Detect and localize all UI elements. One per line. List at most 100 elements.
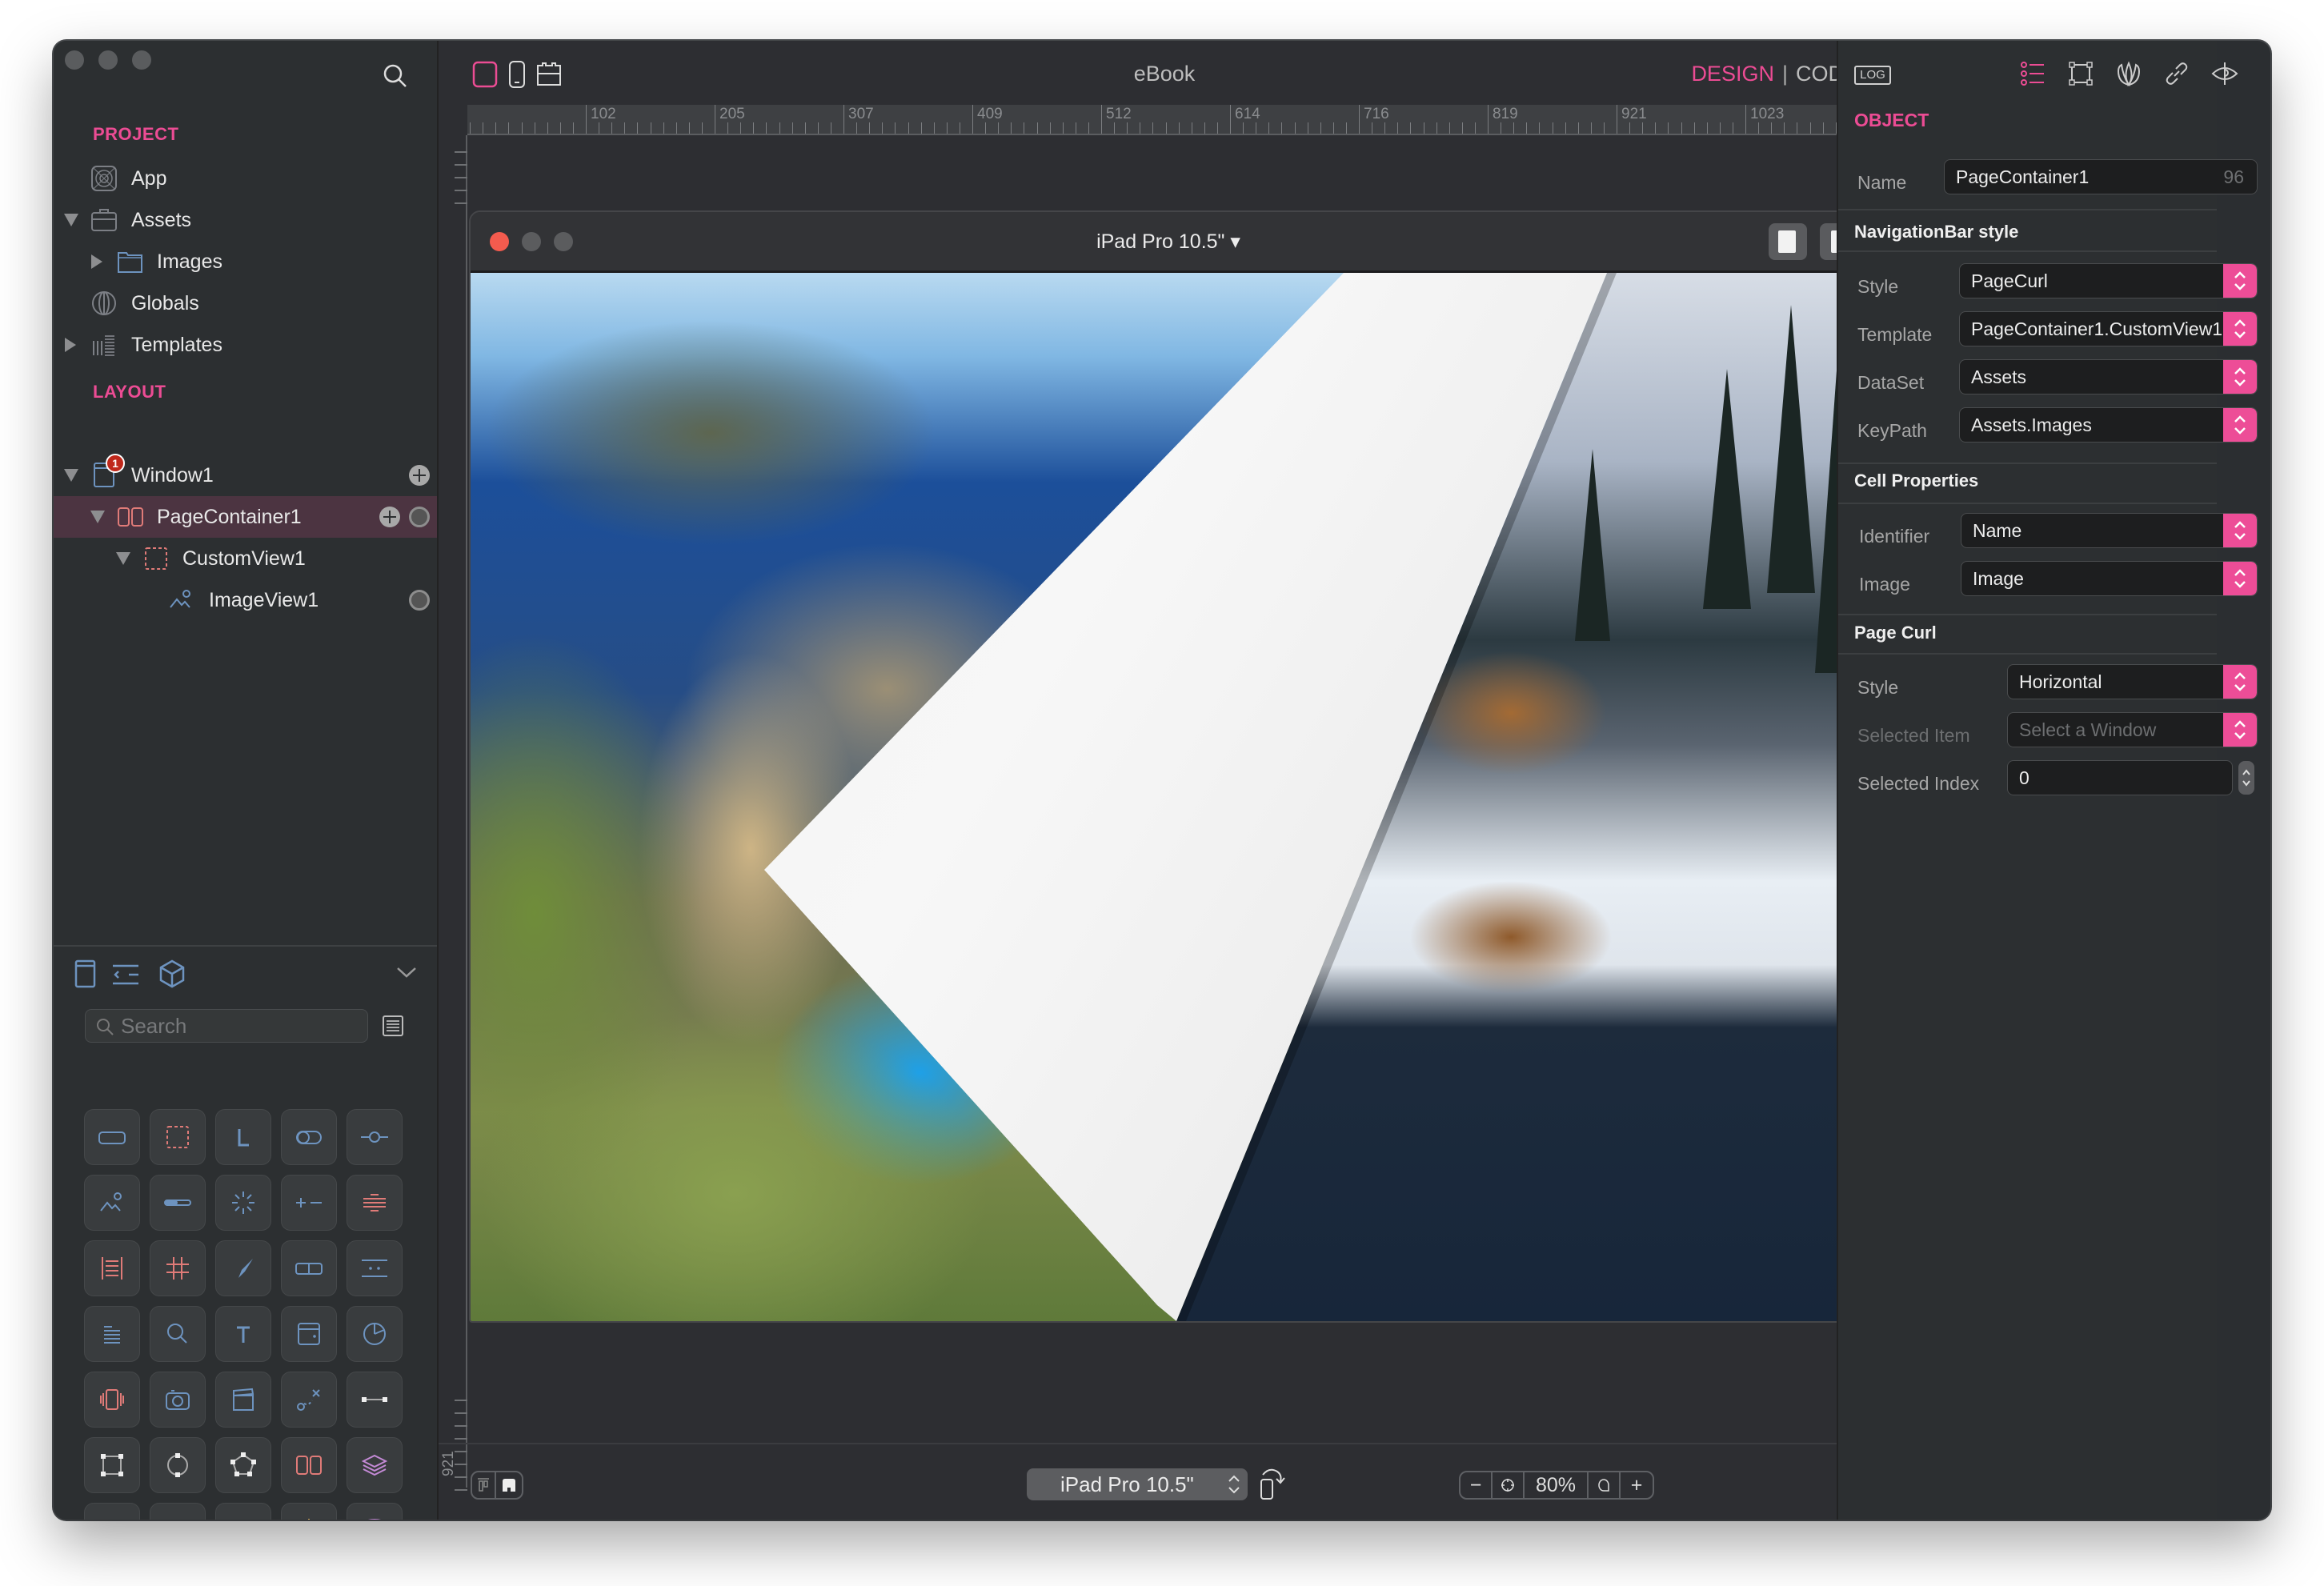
zoom-level[interactable]: 80% (1525, 1472, 1589, 1498)
library-item-imageview[interactable] (84, 1175, 140, 1231)
selected-item-select[interactable]: Select a Window (2007, 712, 2258, 747)
style-select[interactable]: PageCurl (1959, 263, 2258, 298)
disclosure-expanded-icon[interactable] (64, 469, 78, 482)
dataset-stepper[interactable] (2223, 360, 2257, 394)
code-snippets-icon[interactable] (112, 963, 139, 987)
library-item-gyroscope[interactable] (281, 1503, 337, 1520)
page-curl-preview[interactable] (471, 273, 1866, 1321)
library-item-video[interactable] (215, 1372, 271, 1428)
library-item-path[interactable] (281, 1372, 337, 1428)
library-item-button[interactable] (84, 1109, 140, 1165)
library-item-progress[interactable] (150, 1175, 206, 1231)
library-item-textfield[interactable] (215, 1306, 271, 1362)
minimize-button[interactable] (98, 50, 118, 70)
library-item-layers-2[interactable] (84, 1503, 140, 1520)
library-item-slider[interactable] (347, 1109, 403, 1165)
visibility-toggle[interactable] (409, 507, 430, 527)
log-button[interactable]: LOG (1854, 66, 1891, 85)
tree-item-globals[interactable]: Globals (54, 282, 437, 324)
library-item-line-shape[interactable] (347, 1372, 403, 1428)
identifier-stepper[interactable] (2223, 514, 2257, 547)
library-item-separator[interactable] (347, 1175, 403, 1231)
tree-item-app[interactable]: App (54, 158, 437, 199)
keypath-select[interactable]: Assets.Images (1959, 407, 2258, 443)
library-item-search[interactable] (150, 1306, 206, 1362)
library-item-layers[interactable] (347, 1437, 403, 1493)
chevron-down-icon[interactable] (396, 966, 417, 980)
disclosure-expanded-icon[interactable] (116, 552, 130, 565)
layout-preview-button[interactable] (1769, 223, 1807, 260)
library-search-input[interactable] (121, 1010, 361, 1042)
identifier-select[interactable]: Name (1961, 513, 2258, 548)
disclosure-collapsed-icon[interactable] (91, 254, 102, 269)
library-item-spinner[interactable] (215, 1175, 271, 1231)
zoom-in-button[interactable]: + (1621, 1472, 1653, 1498)
device-selector[interactable]: iPad Pro 10.5" ▾ (471, 230, 1866, 254)
selected-index-stepper[interactable] (2238, 761, 2254, 795)
visibility-toggle[interactable] (409, 590, 430, 611)
objects-cube-icon[interactable] (158, 959, 186, 988)
library-item-label[interactable] (215, 1109, 271, 1165)
library-item-pager[interactable] (347, 1240, 403, 1296)
library-item-circle[interactable] (150, 1437, 206, 1493)
rotate-device-icon[interactable] (1258, 1465, 1290, 1500)
align-top-button[interactable] (472, 1472, 496, 1498)
selected-index-field[interactable]: 0 (2007, 760, 2233, 795)
library-item-switch[interactable] (281, 1109, 337, 1165)
add-child-button[interactable] (409, 465, 430, 486)
library-item-polygon[interactable] (215, 1437, 271, 1493)
library-item-compass[interactable] (215, 1240, 271, 1296)
library-item-camera[interactable] (150, 1372, 206, 1428)
library-item-map-pin[interactable] (215, 1503, 271, 1520)
library-item-carousel[interactable] (84, 1372, 140, 1428)
curl-style-stepper[interactable] (2223, 665, 2257, 699)
link-icon[interactable] (2163, 60, 2190, 87)
library-item-segmented[interactable] (281, 1240, 337, 1296)
dataset-select[interactable]: Assets (1959, 359, 2258, 394)
visibility-eye-icon[interactable] (2211, 60, 2238, 87)
library-item-text[interactable] (84, 1306, 140, 1362)
disclosure-expanded-icon[interactable] (64, 214, 78, 226)
close-button[interactable] (65, 50, 84, 70)
zoom-button[interactable] (132, 50, 151, 70)
style-stepper[interactable] (2223, 264, 2257, 298)
library-item-rectangle[interactable] (84, 1437, 140, 1493)
library-search[interactable] (85, 1009, 368, 1043)
template-select[interactable]: PageContainer1.CustomView1 (1959, 311, 2258, 346)
image-select[interactable]: Image (1961, 561, 2258, 596)
tree-item-assets[interactable]: Assets (54, 199, 437, 241)
theme-lotus-icon[interactable] (2115, 60, 2142, 87)
tree-item-customview1[interactable]: CustomView1 (54, 538, 437, 579)
list-view-toggle[interactable] (383, 1015, 403, 1036)
library-item-layers-3[interactable] (150, 1503, 206, 1520)
properties-list-icon[interactable] (2019, 60, 2046, 87)
library-item-view[interactable] (150, 1109, 206, 1165)
search-icon[interactable] (381, 62, 410, 90)
disclosure-collapsed-icon[interactable] (65, 338, 76, 352)
keypath-stepper[interactable] (2223, 408, 2257, 442)
frame-icon[interactable] (2067, 60, 2094, 87)
image-stepper[interactable] (2223, 562, 2257, 595)
name-field[interactable]: PageContainer1 96 (1944, 159, 2258, 194)
zoom-out-button[interactable]: − (1461, 1472, 1493, 1498)
library-item-datepicker[interactable] (281, 1306, 337, 1362)
library-item-pagecontainer[interactable] (281, 1437, 337, 1493)
tree-item-templates[interactable]: Templates (54, 324, 437, 366)
disclosure-expanded-icon[interactable] (90, 511, 105, 523)
tree-item-imageview1[interactable]: ImageView1 (54, 579, 437, 621)
library-item-database[interactable] (347, 1503, 403, 1520)
tree-item-window1[interactable]: 1 Window1 (54, 454, 437, 496)
add-child-button[interactable] (379, 507, 400, 527)
controls-icon[interactable] (74, 959, 98, 988)
device-size-select[interactable]: iPad Pro 10.5" (1027, 1468, 1248, 1500)
curl-style-select[interactable]: Horizontal (2007, 664, 2258, 699)
zoom-fit-button[interactable] (1493, 1472, 1525, 1498)
zoom-actual-button[interactable] (1589, 1472, 1621, 1498)
library-item-list[interactable] (84, 1240, 140, 1296)
library-item-piechart[interactable] (347, 1306, 403, 1362)
tree-item-pagecontainer1[interactable]: PageContainer1 (54, 496, 437, 538)
tree-item-images[interactable]: Images (54, 241, 437, 282)
preview-mode-button[interactable] (496, 1472, 522, 1498)
design-mode-tab[interactable]: DESIGN (1691, 62, 1774, 86)
library-item-stepper[interactable] (281, 1175, 337, 1231)
